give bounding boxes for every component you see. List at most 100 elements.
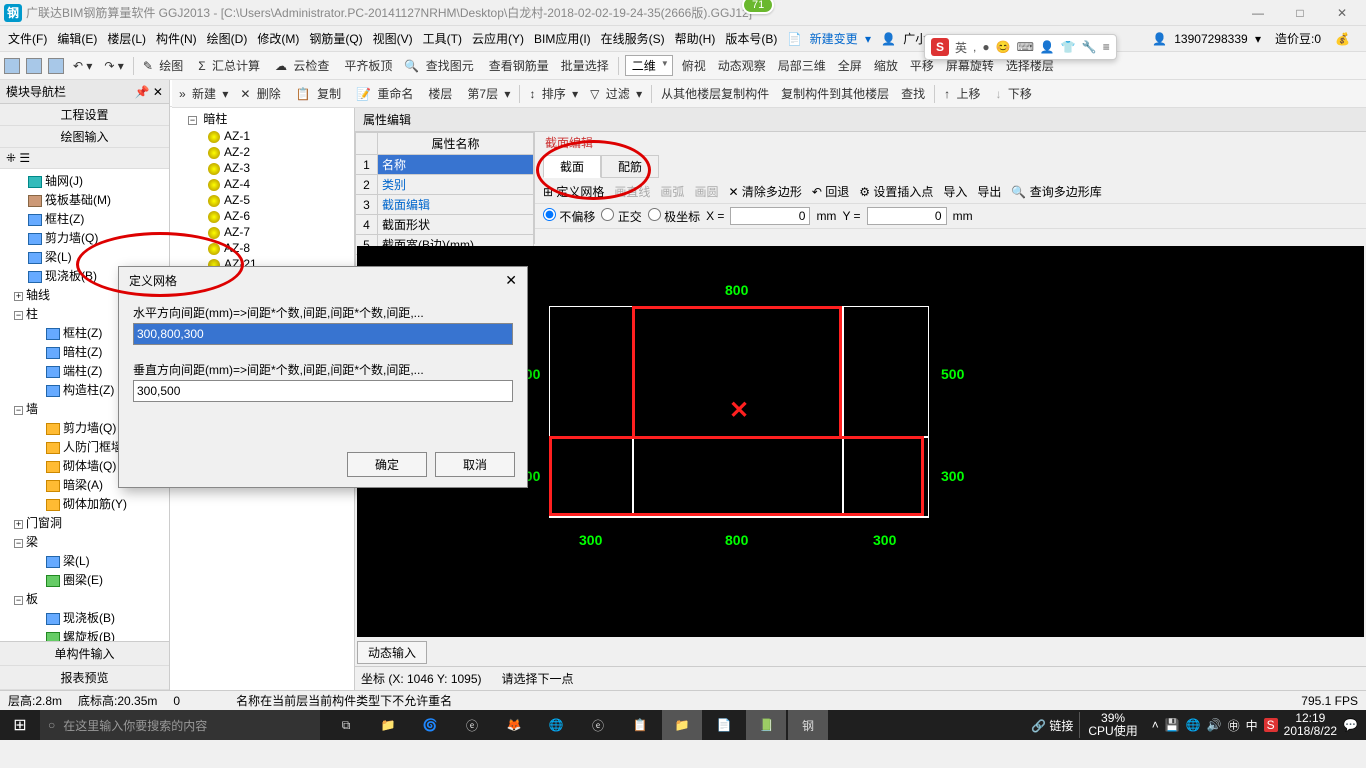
task-view-icon[interactable]: ⧉ (326, 710, 366, 740)
tool-import[interactable]: 导入 (943, 183, 967, 200)
tree-ql[interactable]: 圈梁(E) (0, 570, 169, 589)
comp-item-az-1[interactable]: AZ-1 (174, 128, 350, 144)
menu-view[interactable]: 视图(V) (369, 28, 417, 49)
x-input[interactable] (730, 207, 810, 225)
tray-link[interactable]: 🔗 链接 (1031, 717, 1073, 734)
comp-group-anzhu[interactable]: − 暗柱 (174, 109, 350, 128)
menu-version[interactable]: 版本号(B) (721, 28, 781, 49)
tray-clock[interactable]: 12:192018/8/22 (1284, 712, 1337, 738)
ime-emoji-icon[interactable]: 😊 (996, 40, 1011, 54)
property-grid[interactable]: 属性名称 1名称 2类别 3截面编辑 4截面形状 5截面宽(B边)(mm) 6截… (355, 132, 535, 244)
new-file-icon[interactable] (4, 58, 20, 74)
tb-app3[interactable]: 🦊 (494, 710, 534, 740)
save-file-icon[interactable] (48, 58, 64, 74)
mode-nooffset[interactable]: 不偏移 (543, 208, 595, 225)
v-spacing-input[interactable] (133, 380, 513, 402)
comp-item-az-4[interactable]: AZ-4 (174, 176, 350, 192)
ime-punct[interactable]: ● (982, 40, 989, 54)
tray-cpu[interactable]: 39%CPU使用 (1079, 712, 1145, 738)
sum-btn[interactable]: Σ 汇总计算 (195, 55, 266, 76)
ime-toolbox-icon[interactable]: 🔧 (1082, 40, 1097, 54)
undo-icon[interactable]: ↶ ▾ (70, 57, 95, 75)
zoom-btn[interactable]: 缩放 (871, 55, 901, 76)
menu-tool[interactable]: 工具(T) (419, 28, 466, 49)
comp-item-az-7[interactable]: AZ-7 (174, 224, 350, 240)
fullscreen-btn[interactable]: 全屏 (835, 55, 865, 76)
tb-app2[interactable]: 🌀 (410, 710, 450, 740)
tool-undo[interactable]: ↶ 回退 (812, 183, 849, 200)
comp-item-az-6[interactable]: AZ-6 (174, 208, 350, 224)
tree-axis[interactable]: 轴网(J) (0, 171, 169, 190)
tree-group-slab[interactable]: −板 (0, 589, 169, 608)
draw-btn[interactable]: ✎ 绘图 (140, 55, 189, 76)
redo-icon[interactable]: ↷ ▾ (101, 57, 126, 75)
tb-app7[interactable]: 📗 (746, 710, 786, 740)
tray-lang[interactable]: 中 (1246, 717, 1258, 734)
menu-edit[interactable]: 编辑(E) (53, 28, 101, 49)
taskbar-search[interactable]: ○ 在这里输入你要搜索的内容 (40, 710, 320, 740)
view-rebar-btn[interactable]: 查看钢筋量 (486, 55, 552, 76)
top-view-btn[interactable]: 俯视 (679, 55, 709, 76)
tree-l[interactable]: 梁(L) (0, 551, 169, 570)
tab-rebar[interactable]: 配筋 (601, 155, 659, 178)
tb-app6[interactable]: 📄 (704, 710, 744, 740)
dialog-close-icon[interactable]: ✕ (505, 272, 517, 289)
local-3d-btn[interactable]: 局部三维 (775, 55, 829, 76)
tree-shearwall[interactable]: 剪力墙(Q) (0, 228, 169, 247)
tray-net-icon[interactable]: 🌐 (1186, 718, 1201, 732)
cancel-button[interactable]: 取消 (435, 452, 515, 477)
menu-file[interactable]: 文件(F) (4, 28, 51, 49)
close-button[interactable]: ✕ (1322, 2, 1362, 24)
ctx-copy-from[interactable]: 从其他楼层复制构件 (658, 83, 772, 104)
comp-item-az-8[interactable]: AZ-8 (174, 240, 350, 256)
tray-vol-icon[interactable]: 🔊 (1207, 718, 1222, 732)
tool-define-grid[interactable]: ⊞ 定义网格 (543, 183, 604, 200)
ime-user-icon[interactable]: 👤 (1040, 40, 1055, 54)
tb-ie[interactable]: ⓔ (578, 710, 618, 740)
tray-sogou-icon[interactable]: S (1264, 718, 1278, 732)
menu-floor[interactable]: 楼层(L) (103, 28, 150, 49)
nav-single-input[interactable]: 单构件输入 (0, 642, 169, 666)
comp-item-az-5[interactable]: AZ-5 (174, 192, 350, 208)
tree-xjb[interactable]: 现浇板(B) (0, 608, 169, 627)
tb-ggj[interactable]: 钢 (788, 710, 828, 740)
mode-ortho[interactable]: 正交 (601, 208, 641, 225)
tb-explorer[interactable]: 📁 (662, 710, 702, 740)
menu-online[interactable]: 在线服务(S) (597, 28, 669, 49)
h-spacing-input[interactable] (133, 323, 513, 345)
dynamic-input-btn[interactable]: 动态输入 (357, 641, 427, 664)
align-top-btn[interactable]: 平齐板顶 (341, 55, 395, 76)
nav-project-settings[interactable]: 工程设置 (0, 104, 169, 126)
menu-draw[interactable]: 绘图(D) (203, 28, 252, 49)
ime-menu-icon[interactable]: ≡ (1103, 40, 1110, 54)
ctx-find[interactable]: 查找 (898, 83, 928, 104)
menu-bim[interactable]: BIM应用(I) (530, 28, 595, 49)
ok-button[interactable]: 确定 (347, 452, 427, 477)
batch-select-btn[interactable]: 批量选择 (558, 55, 612, 76)
tray-notif-icon[interactable]: 💬 (1343, 718, 1358, 732)
y-input[interactable] (867, 207, 947, 225)
comp-item-az-3[interactable]: AZ-3 (174, 160, 350, 176)
menu-rebar[interactable]: 钢筋量(Q) (305, 28, 366, 49)
dynamic-observe-btn[interactable]: 动态观察 (715, 55, 769, 76)
ctx-sort[interactable]: ↕ 排序 ▾ (526, 83, 581, 104)
beans-count[interactable]: 造价豆:0 (1271, 28, 1325, 49)
mode-polar[interactable]: 极坐标 (648, 208, 700, 225)
nav-report-preview[interactable]: 报表预览 (0, 666, 169, 690)
tool-clear-poly[interactable]: ✕ 清除多边形 (728, 183, 801, 200)
tree-framecol[interactable]: 框柱(Z) (0, 209, 169, 228)
tb-app5[interactable]: 📋 (620, 710, 660, 740)
ctx-floor-val[interactable]: 第7层 ▾ (461, 83, 513, 104)
ctx-new[interactable]: » 新建 ▾ (176, 83, 231, 104)
ctx-filter[interactable]: ▽ 过滤 ▾ (587, 83, 645, 104)
cloud-check-btn[interactable]: ☁ 云检查 (272, 55, 335, 76)
open-file-icon[interactable] (26, 58, 42, 74)
tree-beam[interactable]: 梁(L) (0, 247, 169, 266)
ime-toolbar[interactable]: S 英 , ● 😊 ⌨ 👤 👕 🔧 ≡ (924, 34, 1117, 60)
new-change-link[interactable]: 📄 新建变更 ▾ (783, 28, 875, 49)
start-button[interactable]: ⊞ (0, 715, 40, 735)
tb-app4[interactable]: 🌐 (536, 710, 576, 740)
view-mode-select[interactable]: 二维 (625, 55, 673, 76)
nav-draw-input[interactable]: 绘图输入 (0, 126, 169, 148)
comp-item-az-2[interactable]: AZ-2 (174, 144, 350, 160)
